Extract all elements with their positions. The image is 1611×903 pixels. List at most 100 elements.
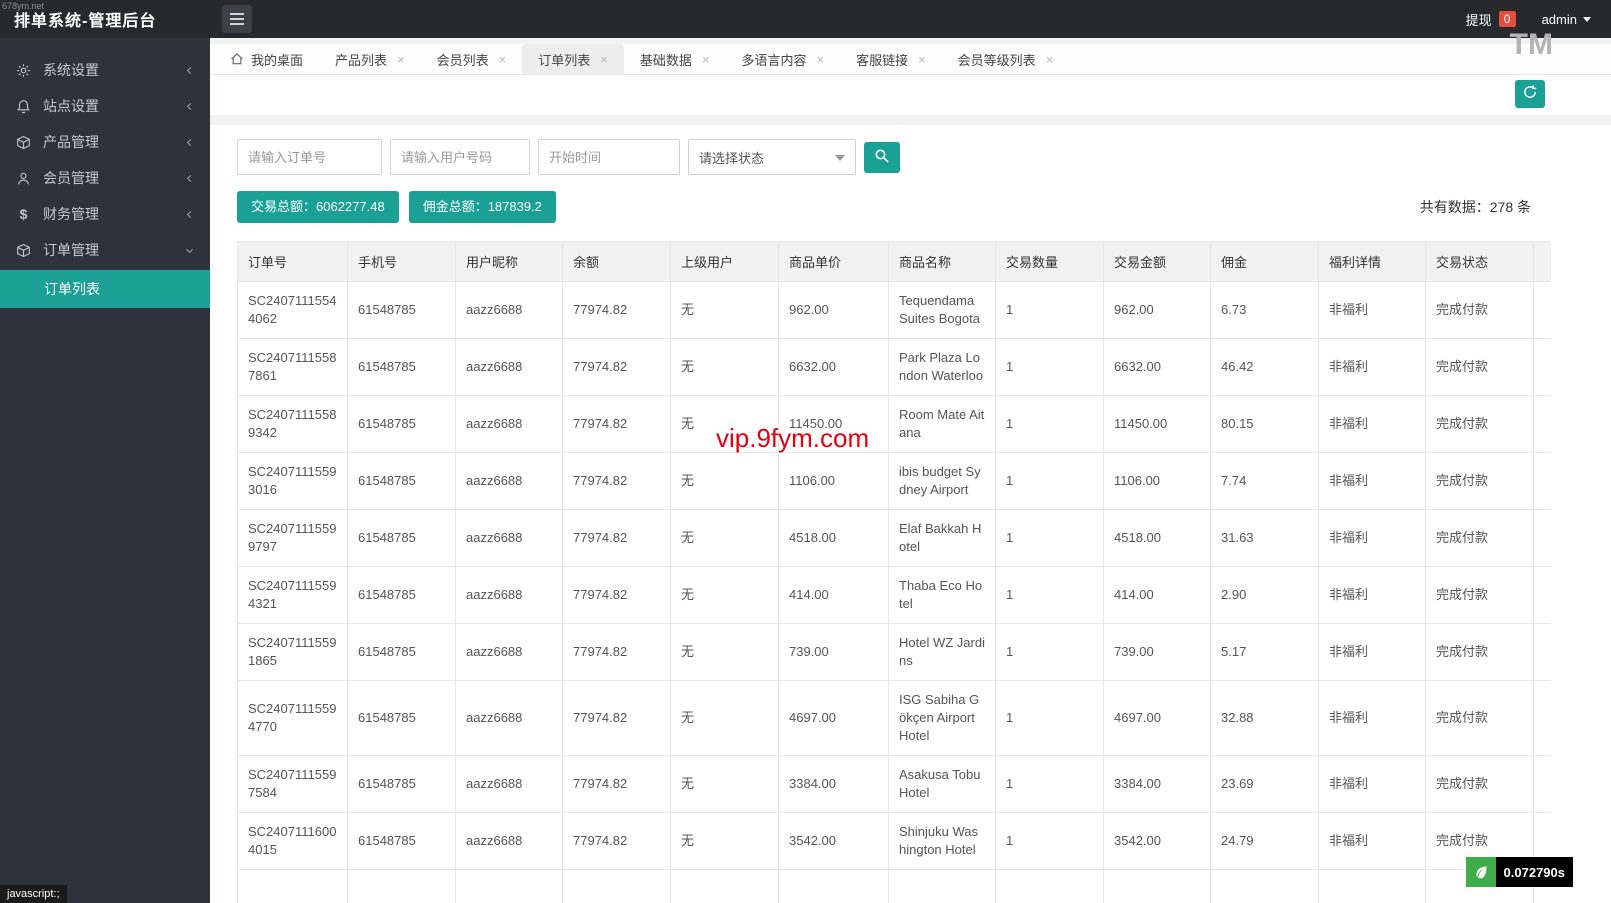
table-cell: ibis budget Sydney Airport xyxy=(889,453,996,510)
dollar-icon: $ xyxy=(16,207,31,222)
column-header: 交易状态 xyxy=(1426,242,1534,282)
table-cell: 1 xyxy=(996,282,1104,339)
status-select-value: 请选择状态 xyxy=(699,148,764,167)
orders-table-wrapper: 订单号手机号用户昵称余额上级用户商品单价商品名称交易数量交易金额佣金福利详情交易… xyxy=(237,241,1551,903)
tab-close-icon[interactable]: × xyxy=(1046,52,1054,67)
tab-desktop[interactable]: 我的桌面 xyxy=(214,44,319,74)
table-cell xyxy=(1534,624,1552,681)
table-cell: 77974.82 xyxy=(563,396,671,453)
tab-member-list[interactable]: 会员列表 × xyxy=(421,44,523,74)
content-panel: 请选择状态 交易总额：6062277.48 佣金总额：187839.2 共有数据… xyxy=(210,125,1611,903)
table-cell: 完成付款 xyxy=(1426,510,1534,567)
commission-total-button[interactable]: 佣金总额：187839.2 xyxy=(409,191,556,223)
table-cell: 61548785 xyxy=(348,453,456,510)
table-cell: aazz6688 xyxy=(456,282,563,339)
tab-basic-data[interactable]: 基础数据 × xyxy=(624,44,726,74)
column-header-clipped xyxy=(1534,242,1552,282)
home-icon xyxy=(230,52,244,66)
tab-close-icon[interactable]: × xyxy=(816,52,824,67)
table-cell: aazz6688 xyxy=(456,396,563,453)
chevron-down-icon xyxy=(185,246,194,255)
table-cell: 非福利 xyxy=(1319,453,1426,510)
table-cell: 61548785 xyxy=(348,567,456,624)
table-cell: 739.00 xyxy=(1104,624,1211,681)
table-cell: 77974.82 xyxy=(563,624,671,681)
sidebar-item-order-list[interactable]: 订单列表 xyxy=(0,270,210,308)
tab-member-level-list[interactable]: 会员等级列表 × xyxy=(942,44,1070,74)
table-cell: ISG Sabiha Gökçen Airport Hotel xyxy=(889,681,996,756)
toolbar xyxy=(210,75,1611,115)
column-header: 交易数量 xyxy=(996,242,1104,282)
menu-toggle-button[interactable] xyxy=(222,5,252,33)
tab-product-list[interactable]: 产品列表 × xyxy=(319,44,421,74)
tab-close-icon[interactable]: × xyxy=(397,52,405,67)
table-cell xyxy=(1534,453,1552,510)
sidebar-item-member-management[interactable]: 会员管理 xyxy=(0,160,210,196)
table-row: SC2407111558786161548785aazz668877974.82… xyxy=(238,339,1552,396)
table-cell: 3384.00 xyxy=(1104,756,1211,813)
watermark-tm: TM xyxy=(1510,28,1553,62)
leaf-icon xyxy=(1466,857,1496,887)
user-no-input[interactable] xyxy=(390,139,530,175)
tab-label: 订单列表 xyxy=(538,50,590,69)
table-cell: 61548785 xyxy=(348,282,456,339)
table-cell: 完成付款 xyxy=(1426,453,1534,510)
column-header: 上级用户 xyxy=(671,242,779,282)
sidebar-item-finance-management[interactable]: $ 财务管理 xyxy=(0,196,210,232)
search-button[interactable] xyxy=(864,142,900,173)
table-row: SC2407111558934261548785aazz668877974.82… xyxy=(238,396,1552,453)
sidebar-item-system-settings[interactable]: 系统设置 xyxy=(0,52,210,88)
status-select[interactable]: 请选择状态 xyxy=(688,139,856,175)
table-cell: 无 xyxy=(671,339,779,396)
refresh-icon xyxy=(1522,84,1538,105)
tab-close-icon[interactable]: × xyxy=(702,52,710,67)
transaction-total-button[interactable]: 交易总额：6062277.48 xyxy=(237,191,399,223)
table-cell: 1 xyxy=(996,510,1104,567)
sidebar-item-label: 系统设置 xyxy=(43,60,99,80)
sidebar-item-label: 站点设置 xyxy=(43,96,99,116)
search-icon xyxy=(874,148,890,167)
tab-multilanguage[interactable]: 多语言内容 × xyxy=(725,44,840,74)
table-cell: SC24071115587861 xyxy=(238,339,348,396)
table-cell: 1 xyxy=(996,453,1104,510)
tab-close-icon[interactable]: × xyxy=(600,52,608,67)
table-cell: 非福利 xyxy=(1319,756,1426,813)
table-cell: 1 xyxy=(996,756,1104,813)
tab-service-link[interactable]: 客服链接 × xyxy=(840,44,942,74)
table-cell: 77974.82 xyxy=(563,681,671,756)
trace-time: 0.072790s xyxy=(1496,857,1573,887)
trace-button[interactable]: 0.072790s xyxy=(1466,857,1573,887)
withdraw-link[interactable]: 提现 0 xyxy=(1466,10,1516,29)
table-cell xyxy=(1534,282,1552,339)
tab-label: 基础数据 xyxy=(640,50,692,69)
table-cell: 5.17 xyxy=(1211,624,1319,681)
table-cell xyxy=(1534,339,1552,396)
sidebar-item-site-settings[interactable]: 站点设置 xyxy=(0,88,210,124)
table-cell: 77974.82 xyxy=(563,567,671,624)
sidebar-item-order-management[interactable]: 订单管理 xyxy=(0,232,210,268)
sidebar: 系统设置 站点设置 产品管理 会员管理 $ 财务管理 订单管理 订单列表 xyxy=(0,38,210,903)
user-icon xyxy=(16,171,31,186)
tab-label: 我的桌面 xyxy=(251,50,303,69)
tab-close-icon[interactable]: × xyxy=(918,52,926,67)
table-cell: 2.90 xyxy=(1211,567,1319,624)
table-cell: 32.88 xyxy=(1211,681,1319,756)
refresh-button[interactable] xyxy=(1515,80,1545,108)
sidebar-item-label: 财务管理 xyxy=(43,204,99,224)
user-menu[interactable]: admin xyxy=(1542,12,1591,27)
start-time-input[interactable] xyxy=(538,139,680,175)
table-cell xyxy=(1534,681,1552,756)
chevron-left-icon xyxy=(185,102,194,111)
watermark-top-left: 678ym.net xyxy=(2,1,44,11)
column-header: 手机号 xyxy=(348,242,456,282)
tab-close-icon[interactable]: × xyxy=(499,52,507,67)
sidebar-subitem-label: 订单列表 xyxy=(44,279,100,299)
order-no-input[interactable] xyxy=(237,139,382,175)
table-cell: aazz6688 xyxy=(456,813,563,870)
tab-order-list[interactable]: 订单列表 × xyxy=(522,44,624,74)
table-cell: 61548785 xyxy=(348,510,456,567)
withdraw-badge: 0 xyxy=(1499,11,1516,27)
sidebar-item-product-management[interactable]: 产品管理 xyxy=(0,124,210,160)
table-cell: 非福利 xyxy=(1319,510,1426,567)
table-cell xyxy=(1534,567,1552,624)
